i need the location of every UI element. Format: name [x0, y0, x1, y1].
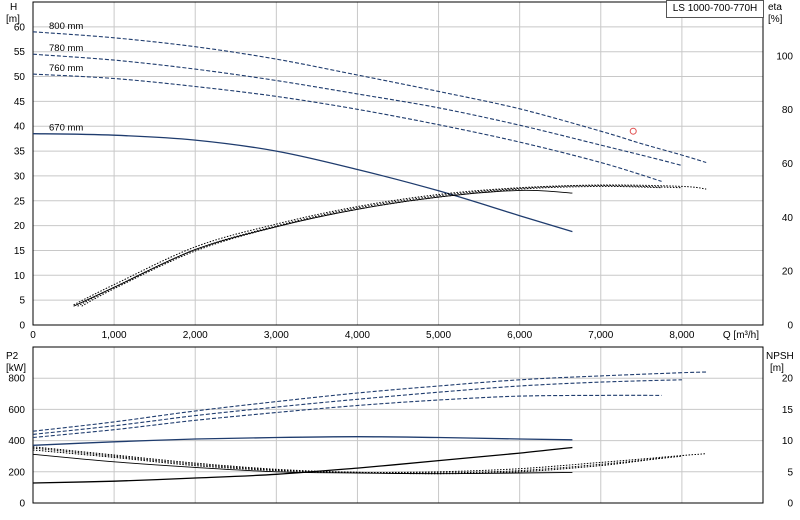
- y-tick-label: 0: [19, 321, 25, 332]
- p2-tick-label: 800: [8, 374, 25, 385]
- y2-tick-label: 40: [782, 213, 794, 224]
- p2-tick-label: 600: [8, 405, 25, 416]
- x-tick-label: 1,000: [102, 330, 127, 341]
- y2-axis-label: eta: [768, 2, 782, 13]
- y-tick-label: 50: [14, 72, 26, 83]
- x-tick-label: 2,000: [183, 330, 208, 341]
- y-tick-label: 10: [14, 271, 26, 282]
- y-tick-label: 20: [14, 221, 26, 232]
- x-axis-label: Q [m³/h]: [723, 330, 759, 341]
- p2-axis-label: P2: [6, 351, 19, 362]
- y-axis-label: H: [10, 2, 17, 13]
- y-tick-label: 55: [14, 47, 26, 58]
- series-line-p2-760-mm: [32, 394, 662, 439]
- x-tick-label: 0: [30, 330, 36, 341]
- curve-label: 670 mm: [49, 123, 83, 134]
- x-tick-label: 3,000: [264, 330, 289, 341]
- x-tick-label: 4,000: [345, 330, 370, 341]
- x-tick-label: 8,000: [669, 330, 694, 341]
- y-tick-label: 40: [14, 122, 26, 133]
- x-tick-label: 7,000: [588, 330, 613, 341]
- curve-label: 780 mm: [49, 43, 83, 54]
- y2-tick-label: 20: [782, 267, 794, 278]
- npsh-axis-label: NPSH: [766, 351, 794, 362]
- x-tick-label: 5,000: [426, 330, 451, 341]
- npsh-axis-unit: [m]: [770, 363, 784, 374]
- y2-tick-label: 0: [787, 321, 793, 332]
- series-line-760-mm: [32, 73, 662, 182]
- chart-title: LS 1000-700-770H: [666, 0, 764, 18]
- series-line-npsh-800-mm: [32, 449, 707, 473]
- duty-point-marker: [629, 127, 637, 135]
- y-axis-unit: [m]: [6, 14, 20, 25]
- curve-label: 760 mm: [49, 63, 83, 74]
- top-plot-frame: [32, 1, 764, 326]
- y2-tick-label: 60: [782, 159, 794, 170]
- npsh-tick-label: 20: [782, 374, 794, 385]
- p2-axis-unit: [kW]: [6, 363, 26, 374]
- y-tick-label: 45: [14, 97, 26, 108]
- npsh-tick-label: 5: [787, 467, 793, 478]
- y2-tick-label: 100: [776, 51, 793, 62]
- p2-tick-label: 200: [8, 467, 25, 478]
- npsh-tick-label: 0: [787, 499, 793, 510]
- p2-tick-label: 0: [19, 499, 25, 510]
- series-line-eta-800-mm: [73, 184, 707, 306]
- series-line-p2-800-mm: [32, 371, 707, 432]
- y-tick-label: 30: [14, 171, 26, 182]
- y-tick-label: 5: [19, 296, 25, 307]
- npsh-tick-label: 10: [782, 436, 794, 447]
- x-tick-label: 6,000: [507, 330, 532, 341]
- y2-tick-label: 80: [782, 105, 794, 116]
- y-tick-label: 35: [14, 147, 26, 158]
- curve-label: 800 mm: [49, 21, 83, 32]
- pump-curve-chart: 0510152025303540455055600204060801000 1,0…: [6, 1, 794, 510]
- y-tick-label: 15: [14, 246, 26, 257]
- p2-tick-label: 400: [8, 436, 25, 447]
- series-line-eta-670-mm: [73, 189, 573, 307]
- series-line-eta-780-mm: [77, 185, 682, 307]
- series-line-npsh-760-mm: [32, 446, 662, 475]
- npsh-tick-label: 15: [782, 405, 794, 416]
- y2-axis-unit: [%]: [768, 14, 783, 25]
- y-tick-label: 25: [14, 196, 26, 207]
